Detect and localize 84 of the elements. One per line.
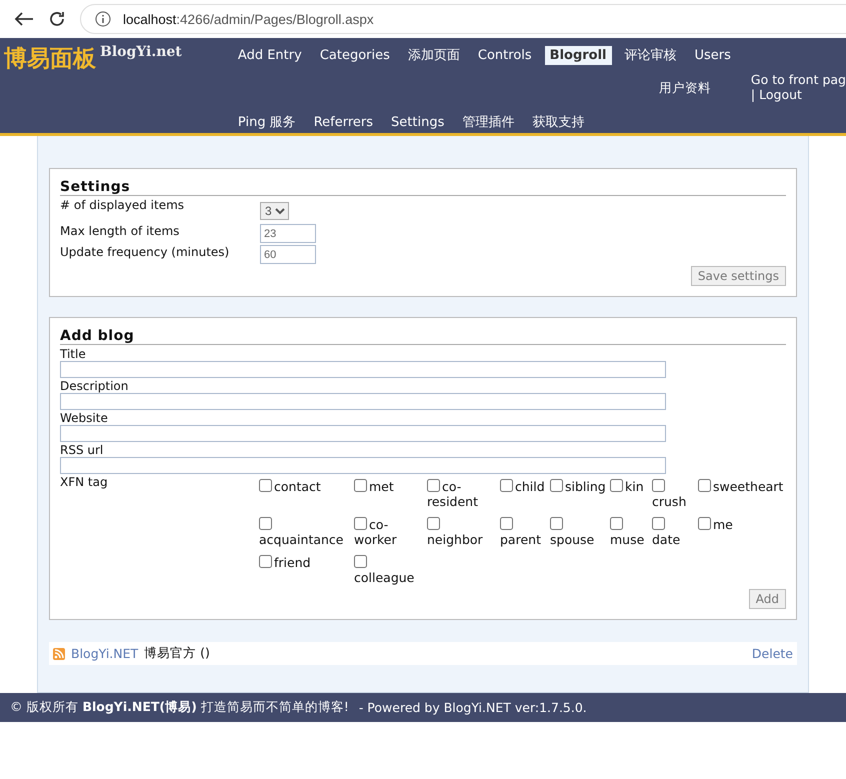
items-select[interactable]: 3	[260, 202, 289, 220]
nav-tab[interactable]: 管理插件	[457, 111, 520, 133]
checkbox[interactable]	[427, 479, 440, 492]
checkbox[interactable]	[354, 479, 367, 492]
delete-link[interactable]: Delete	[752, 646, 793, 661]
powered-text: - Powered by BlogYi.NET ver:1.7.5.0.	[358, 700, 587, 715]
xfn-option[interactable]: sweetheart	[696, 475, 786, 513]
xfn-option[interactable]: kin	[608, 475, 650, 513]
field-label: Max length of items	[60, 224, 180, 238]
checkbox[interactable]	[610, 479, 623, 492]
input-field[interactable]: 60	[260, 245, 316, 264]
xfn-option[interactable]: me	[696, 513, 786, 551]
nav-tab[interactable]: Add Entry	[232, 46, 307, 64]
xfn-option[interactable]: colleague	[352, 551, 425, 589]
copyright-text: © 版权所有 BlogYi.NET(博易) 打造简易而不简单的博客!	[10, 699, 349, 716]
separator: |	[750, 87, 756, 102]
checkbox[interactable]	[427, 517, 440, 530]
front-page-link[interactable]: Go to front pag	[750, 72, 846, 87]
save-settings-button[interactable]: Save settings	[690, 266, 786, 286]
rss-icon	[53, 648, 65, 660]
checkbox[interactable]	[259, 555, 272, 568]
input-field[interactable]	[60, 425, 666, 442]
checkbox[interactable]	[259, 479, 272, 492]
checkbox[interactable]	[354, 555, 367, 568]
xfn-option[interactable]: parent	[498, 513, 548, 551]
xfn-option[interactable]: co-resident	[425, 475, 498, 513]
xfn-option[interactable]: date	[650, 513, 696, 551]
checkbox[interactable]	[698, 517, 711, 530]
add-button[interactable]: Add	[748, 589, 786, 609]
xfn-option[interactable]: crush	[650, 475, 696, 513]
checkbox[interactable]	[354, 517, 367, 530]
nav-tab[interactable]: Users	[690, 46, 736, 64]
section-title: Settings	[60, 179, 786, 196]
xfn-option[interactable]: child	[498, 475, 548, 513]
nav-tab[interactable]: Controls	[472, 46, 537, 64]
url-text: localhost:4266/admin/Pages/Blogroll.aspx	[123, 12, 374, 26]
xfn-option[interactable]: co-worker	[352, 513, 425, 551]
xfn-option[interactable]: friend	[257, 551, 352, 589]
input-field[interactable]	[60, 361, 666, 378]
profile-link[interactable]: 用户资料	[658, 80, 711, 111]
info-icon[interactable]	[95, 11, 111, 27]
logo-text: 博易面板	[4, 45, 96, 74]
section-title: Add blog	[60, 328, 786, 345]
nav-tab[interactable]: 获取支持	[527, 111, 590, 133]
field-label: Update frequency (minutes)	[60, 245, 230, 259]
field-label: XFN tag	[60, 475, 109, 489]
nav-tab[interactable]: 添加页面	[402, 44, 465, 66]
xfn-option[interactable]: sibling	[548, 475, 608, 513]
nav-tab[interactable]: Blogroll	[544, 46, 612, 64]
field-label: RSS url	[60, 443, 104, 457]
xfn-option[interactable]: contact	[257, 475, 352, 513]
brand-text: BlogYi.net	[100, 44, 182, 60]
field-label: Description	[60, 379, 130, 393]
xfn-option[interactable]: neighbor	[425, 513, 498, 551]
checkbox[interactable]	[652, 479, 665, 492]
checkbox[interactable]	[500, 517, 513, 530]
checkbox[interactable]	[610, 517, 623, 530]
checkbox[interactable]	[652, 517, 665, 530]
field-label: Title	[60, 347, 87, 361]
checkbox[interactable]	[698, 479, 711, 492]
nav-tab[interactable]: Ping 服务	[232, 111, 301, 133]
address-bar[interactable]: localhost:4266/admin/Pages/Blogroll.aspx	[80, 4, 846, 34]
xfn-option[interactable]: met	[352, 475, 425, 513]
field-label: Website	[60, 411, 109, 425]
checkbox[interactable]	[550, 517, 563, 530]
input-field[interactable]	[60, 457, 666, 474]
input-field[interactable]: 23	[260, 224, 316, 243]
input-field[interactable]	[60, 393, 666, 410]
back-icon[interactable]	[14, 11, 34, 27]
checkbox[interactable]	[259, 517, 272, 530]
reload-icon[interactable]	[48, 10, 66, 28]
blog-description: 博易官方 ()	[144, 645, 211, 662]
xfn-option[interactable]: acquaintance	[257, 513, 352, 551]
checkbox[interactable]	[550, 479, 563, 492]
checkbox[interactable]	[500, 479, 513, 492]
nav-tab[interactable]: Categories	[314, 46, 395, 64]
nav-tab[interactable]: Referrers	[308, 112, 378, 132]
xfn-option[interactable]: spouse	[548, 513, 608, 551]
logout-link[interactable]: Logout	[759, 87, 802, 102]
nav-tab[interactable]: 评论审核	[620, 44, 682, 66]
xfn-option[interactable]: muse	[608, 513, 650, 551]
blog-link[interactable]: BlogYi.NET	[71, 646, 138, 661]
field-label: # of displayed items	[60, 198, 186, 212]
nav-tab[interactable]: Settings	[386, 112, 450, 132]
